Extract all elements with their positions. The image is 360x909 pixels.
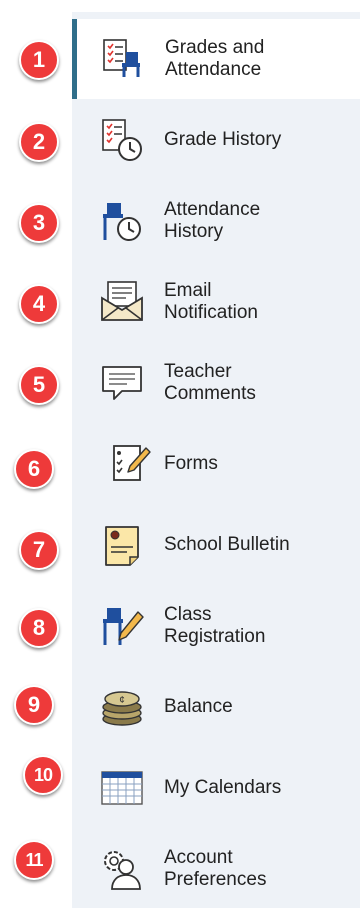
callout-badge: 3 [19,203,59,243]
callout-badge: 1 [19,40,59,80]
callout-badge: 8 [19,608,59,648]
menu-item-email-notification[interactable]: Email Notification [72,262,360,342]
callout-badge: 7 [19,530,59,570]
menu-item-label: Forms [164,453,218,474]
menu-item-school-bulletin[interactable]: School Bulletin [72,505,360,585]
school-bulletin-icon [98,521,146,569]
menu-item-class-registration[interactable]: Class Registration [72,586,360,666]
menu-item-label: Teacher Comments [164,361,256,404]
menu-item-label: My Calendars [164,777,282,798]
callout-badge: 5 [19,365,59,405]
menu-item-attendance-history[interactable]: Attendance History [72,181,360,261]
svg-text:¢: ¢ [119,695,125,706]
balance-icon: ¢ [98,683,146,731]
my-calendars-icon [98,764,146,812]
menu-item-grades-and-attendance[interactable]: Grades and Attendance [72,19,360,99]
grades-attendance-icon [99,35,147,83]
menu-item-forms[interactable]: Forms [72,424,360,504]
menu-item-label: Email Notification [164,280,258,323]
menu-item-label: Account Preferences [164,847,267,890]
callout-badge: 9 [14,685,54,725]
menu-item-label: Balance [164,696,233,717]
callout-badge: 6 [14,449,54,489]
menu-item-grade-history[interactable]: Grade History [72,100,360,180]
menu-item-account-preferences[interactable]: Account Preferences [72,829,360,909]
grade-history-icon [98,116,146,164]
callout-badge: 10 [23,755,63,795]
menu-item-label: Grade History [164,129,282,150]
menu-item-label: School Bulletin [164,534,290,555]
menu-item-label: Class Registration [164,604,266,647]
attendance-history-icon [98,197,146,245]
menu-item-teacher-comments[interactable]: Teacher Comments [72,343,360,423]
callout-badge: 4 [19,284,59,324]
forms-icon [106,440,154,488]
menu-item-label: Attendance History [164,199,261,242]
email-notification-icon [98,278,146,326]
callout-badge: 11 [14,840,54,880]
teacher-comments-icon [98,359,146,407]
callout-badge: 2 [19,122,59,162]
menu-item-balance[interactable]: ¢ Balance [72,667,360,747]
menu-item-label: Grades and Attendance [165,37,265,80]
class-registration-icon [98,602,146,650]
menu-item-my-calendars[interactable]: My Calendars [72,748,360,828]
account-preferences-icon [98,845,146,893]
